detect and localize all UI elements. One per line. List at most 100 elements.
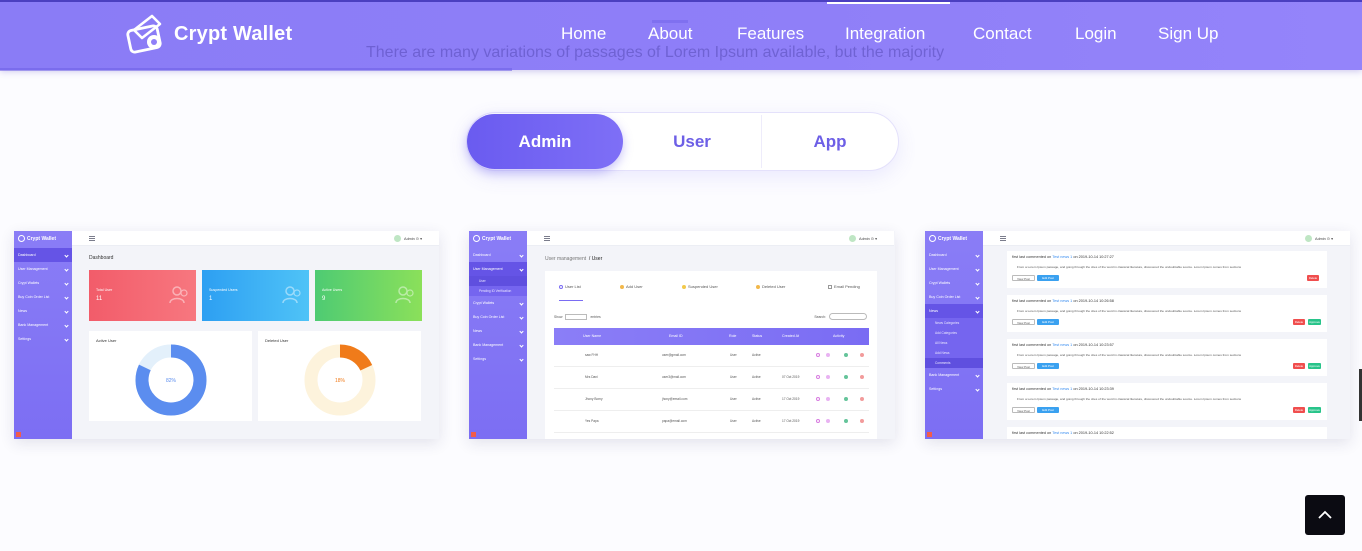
mini-menu-user-management: User Management: [14, 262, 72, 276]
mini-menu-crypt-wallets: Crypt Wallets: [925, 276, 983, 290]
mini-menu-news: News: [469, 324, 527, 338]
tab-admin[interactable]: Admin: [467, 114, 623, 169]
mini-submenu-add-news: Add News: [925, 348, 983, 358]
approve-button: Approve: [1308, 407, 1321, 413]
tab-app[interactable]: App: [762, 114, 898, 169]
hamburger-icon: [1000, 236, 1006, 241]
mini-menu-dashboard: Dashboard: [14, 248, 72, 262]
mini-menu-dashboard: Dashboard: [469, 248, 527, 262]
comment-card: first last commented on Test news 1 on 2…: [1007, 295, 1327, 332]
mini-admin-menu: Admin ⊙ ▾: [394, 235, 422, 242]
avatar: [849, 235, 857, 242]
mini-brand: Crypt Wallet: [18, 235, 56, 242]
mini-menu-bank: Bank Management: [925, 368, 983, 382]
user-tab-underline: [559, 300, 583, 301]
edit-post-button: Edit Post: [1037, 275, 1059, 281]
back-to-top-button[interactable]: [1305, 495, 1345, 535]
users-icon: [282, 286, 301, 304]
delete-button: Delete: [1293, 407, 1305, 413]
nav-link-contact[interactable]: Contact: [973, 24, 1032, 44]
screenshot-tab-switcher: Admin User App: [466, 112, 899, 171]
nav-link-signup[interactable]: Sign Up: [1158, 24, 1218, 44]
navbar: Crypt Wallet Home About Features Integra…: [0, 0, 1362, 70]
approve-button: Approve: [1308, 319, 1321, 325]
nav-link-login[interactable]: Login: [1075, 24, 1117, 44]
mini-menu-bank: Bank Management: [14, 318, 72, 332]
edit-post-button: Edit Post: [1037, 363, 1059, 369]
donut-active-user: 82%: [135, 344, 207, 416]
avatar: [1305, 235, 1313, 242]
comment-card: first last commented on Test news 1 on 2…: [1007, 427, 1327, 439]
donut-deleted-user: 18%: [304, 344, 376, 416]
users-icon: [395, 286, 414, 304]
mini-topbar: Admin ⊙ ▾: [983, 231, 1350, 246]
mini-menu-bank: Bank Management: [469, 338, 527, 352]
table-row: Jhony Bomy jhony@email.com User Active 17 Oc…: [554, 389, 869, 411]
nav-link-about[interactable]: About: [648, 24, 692, 44]
mini-topbar: Admin ⊙ ▾: [527, 231, 894, 246]
tab-deleted-user: Deleted User: [756, 284, 785, 289]
mini-menu-dashboard: Dashboard: [925, 248, 983, 262]
nav-link-home[interactable]: Home: [561, 24, 606, 44]
hamburger-icon: [544, 236, 550, 241]
mini-sidebar: Crypt Wallet Dashboard User Management U…: [469, 231, 527, 439]
users-icon: [169, 286, 188, 304]
mini-menu-user-management: User Management: [925, 262, 983, 276]
table-header: User Name Email ID Role Status Created A…: [554, 328, 869, 345]
nav-link-integration[interactable]: Integration: [845, 24, 925, 44]
mini-admin-menu: Admin ⊙ ▾: [849, 235, 877, 242]
mini-badge: [471, 432, 476, 437]
user-icon: [844, 353, 848, 357]
view-post-button: View Post: [1012, 275, 1035, 281]
stat-active-users: Active Users 9: [315, 270, 422, 321]
donut-label-deleted: 18%: [335, 378, 346, 384]
mini-submenu-pending: Pending ID Verification: [469, 286, 527, 296]
comment-card: first last commented on Test news 1 on 2…: [1007, 339, 1327, 376]
entries-selector: Show entries: [554, 314, 601, 320]
donut-label-active: 82%: [166, 378, 177, 384]
screenshot-user-management[interactable]: Crypt Wallet Dashboard User Management U…: [469, 231, 895, 439]
delete-icon: [860, 375, 864, 379]
stat-suspended-users: Suspended Users 1: [202, 270, 309, 321]
avatar: [394, 235, 402, 242]
mail-icon: [828, 284, 832, 289]
nav-link-features[interactable]: Features: [737, 24, 804, 44]
mini-menu-news: News: [14, 304, 72, 318]
user-icon: [844, 397, 848, 401]
table-row: Mrs Dani user3@mail.com User Active 07 Oct 2…: [554, 367, 869, 389]
navbar-top-border: [0, 0, 1362, 2]
mini-menu-settings: Settings: [925, 382, 983, 396]
mini-brand: Crypt Wallet: [473, 235, 511, 242]
view-icon: [816, 397, 820, 401]
mini-menu-settings: Settings: [469, 352, 527, 366]
table-row: Yes Papa papa@email.com User Active 17 Oct 2…: [554, 411, 869, 433]
stat-total-user: Total User 11: [89, 270, 196, 321]
mini-submenu-user: User: [469, 276, 527, 286]
tab-user[interactable]: User: [623, 114, 761, 169]
tab-user-list: User List: [559, 284, 581, 289]
nav-links: Home About Features Integration Contact …: [0, 24, 1362, 48]
panel-deleted-user: Deleted User 18%: [258, 331, 421, 421]
view-post-button: View Post: [1012, 319, 1035, 325]
delete-icon: [860, 353, 864, 357]
suspend-icon: [682, 284, 686, 289]
table-row: saw FHH user@gmail.com User Active: [554, 345, 869, 367]
mini-menu-user-management: User Management: [469, 262, 527, 276]
mini-menu-buy-coin: Buy Coin Order List: [925, 290, 983, 304]
mini-sidebar: Crypt Wallet Dashboard User Management C…: [925, 231, 983, 439]
mini-submenu-news-categories: News Categories: [925, 318, 983, 328]
mini-menu-crypt-wallets: Crypt Wallets: [469, 296, 527, 310]
mini-menu-news: News: [925, 304, 983, 318]
mini-admin-menu: Admin ⊙ ▾: [1305, 235, 1333, 242]
comment-card: first last commented on Test news 1 on 2…: [1007, 251, 1327, 288]
dashboard-title: Dashboard: [89, 255, 114, 261]
tab-add-user: Add User: [620, 284, 643, 289]
screenshot-dashboard[interactable]: Crypt Wallet Dashboard User Management C…: [14, 231, 439, 439]
mini-submenu-comments: Comments: [925, 358, 983, 368]
view-post-button: View Post: [1012, 407, 1035, 413]
mini-menu-crypt-wallets: Crypt Wallets: [14, 276, 72, 290]
mini-menu-buy-coin: Buy Coin Order List: [469, 310, 527, 324]
mini-badge: [16, 432, 21, 437]
nav-active-indicator: [827, 2, 950, 4]
screenshot-news-comments[interactable]: Crypt Wallet Dashboard User Management C…: [925, 231, 1350, 439]
